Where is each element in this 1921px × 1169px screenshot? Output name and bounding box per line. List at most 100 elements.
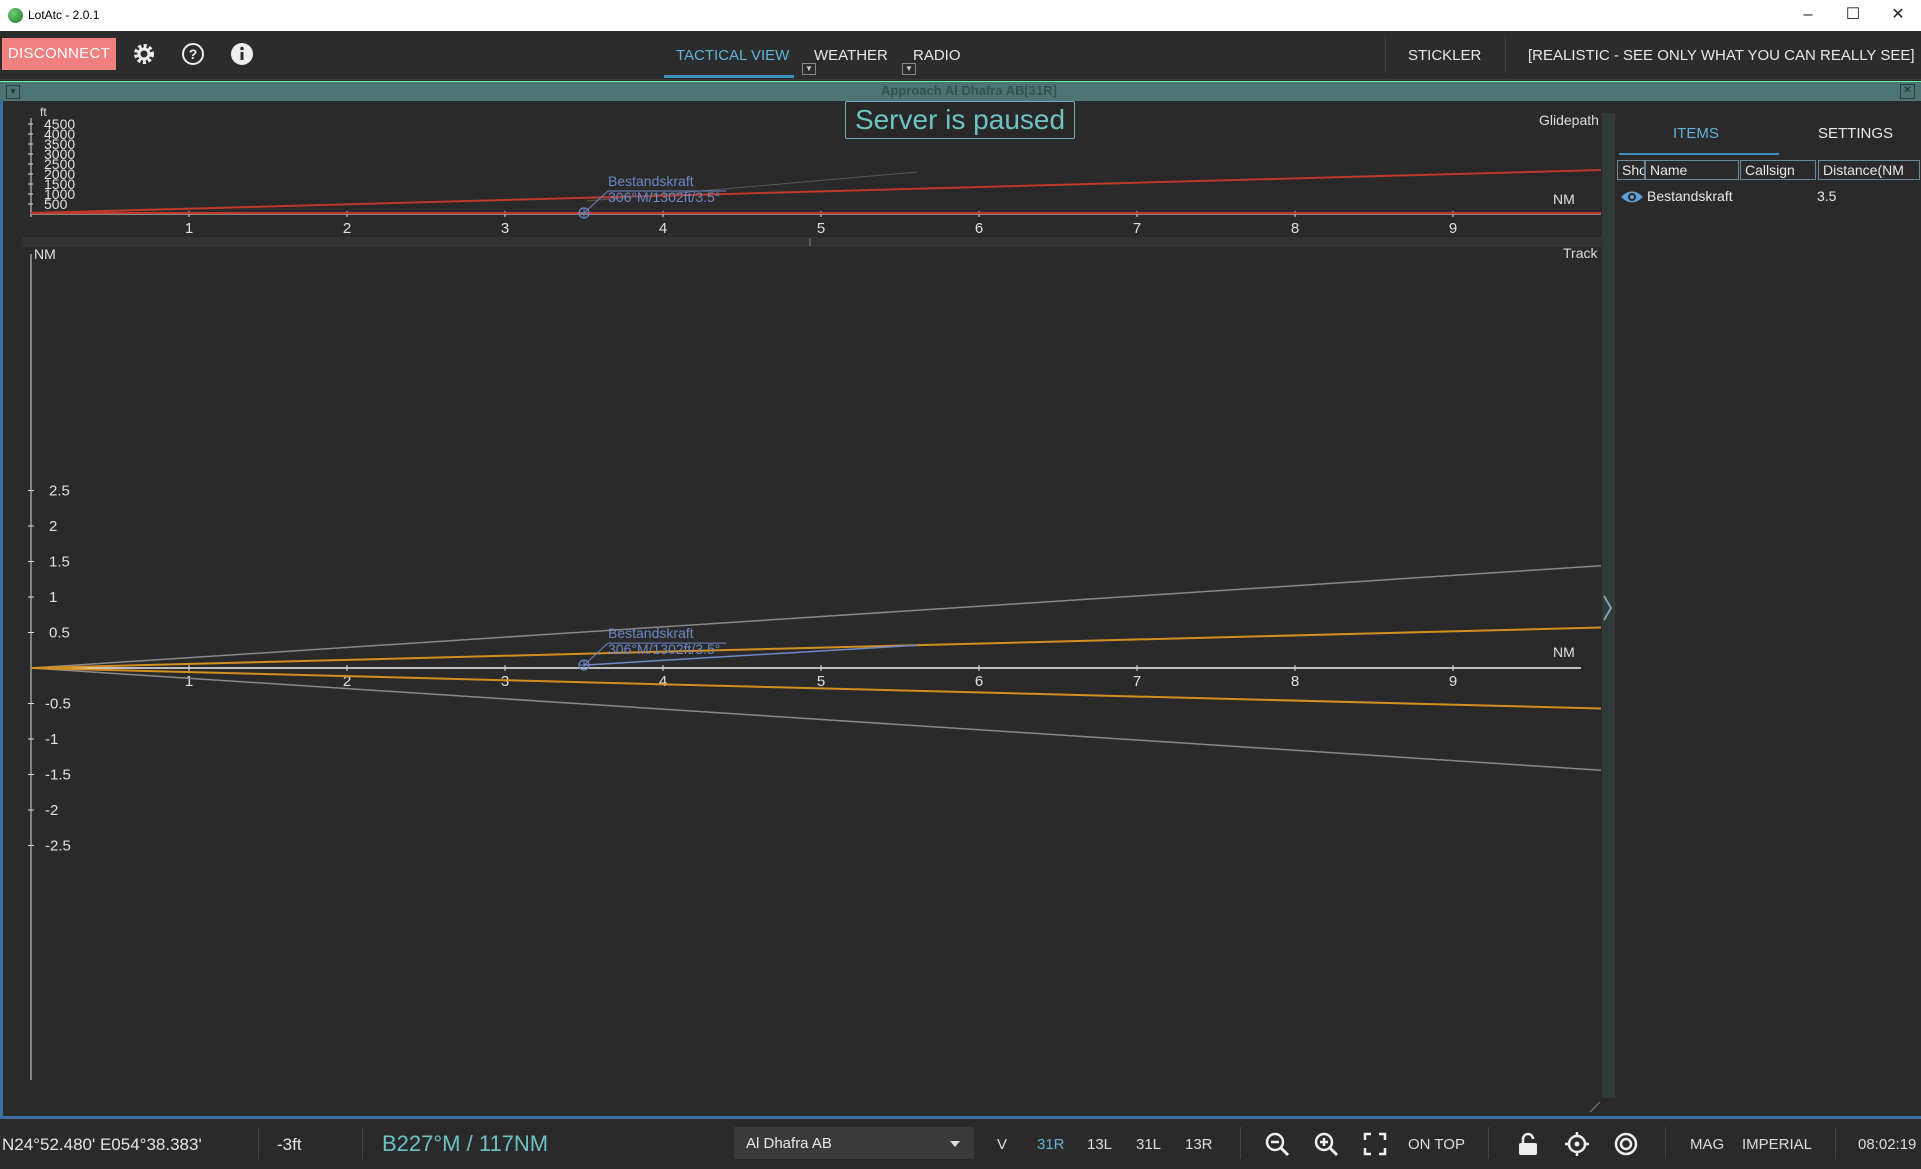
track-inner-upper-line xyxy=(30,626,1602,669)
items-panel: ITEMS SETTINGS Sho Name Callsign Distanc… xyxy=(1614,113,1921,1098)
mag-toggle[interactable]: MAG xyxy=(1690,1136,1724,1153)
status-divider xyxy=(258,1127,259,1159)
target-icon[interactable] xyxy=(1613,1131,1639,1157)
track-outer-upper-line xyxy=(30,565,1602,669)
row-distance: 3.5 xyxy=(1817,188,1837,204)
glidepath-contact-name: Bestandskraft xyxy=(608,173,694,189)
stickler-button[interactable]: STICKLER xyxy=(1408,47,1481,64)
track-y-tick-label: -1.5 xyxy=(45,767,71,784)
runway-31l[interactable]: 31L xyxy=(1136,1136,1161,1153)
tab-weather[interactable]: WEATHER xyxy=(814,47,888,64)
info-icon[interactable] xyxy=(229,41,255,67)
airport-select-value: Al Dhafra AB xyxy=(746,1135,832,1152)
disconnect-button[interactable]: DISCONNECT xyxy=(2,38,116,70)
glidepath-x-tick-label: 2 xyxy=(343,220,351,237)
column-distance[interactable]: Distance(NM xyxy=(1818,160,1920,180)
help-icon[interactable]: ? xyxy=(180,41,206,67)
active-tab-indicator xyxy=(1619,153,1779,155)
track-x-tick-label: 8 xyxy=(1291,673,1299,690)
status-divider xyxy=(1665,1127,1666,1159)
glidepath-x-tick-label: 6 xyxy=(975,220,983,237)
airport-select[interactable]: Al Dhafra AB xyxy=(734,1127,974,1159)
window-title: LotAtc - 2.0.1 xyxy=(28,8,100,22)
glidepath-title: Glidepath xyxy=(1539,112,1599,128)
unlock-icon[interactable] xyxy=(1515,1131,1541,1157)
track-y-tick-label: 0.5 xyxy=(49,625,70,642)
glidepath-x-tick-label: 5 xyxy=(817,220,825,237)
approach-panel-header: ▼ Approach Al Dhafra AB[31R] ✕ xyxy=(0,81,1921,101)
track-y-tick-label: 1 xyxy=(49,589,57,606)
zoom-in-icon[interactable] xyxy=(1313,1131,1339,1157)
column-callsign[interactable]: Callsign xyxy=(1740,160,1816,180)
track-y-tick-label: 1.5 xyxy=(49,554,70,571)
tab-radio[interactable]: RADIO xyxy=(913,47,961,64)
column-name[interactable]: Name xyxy=(1645,160,1739,180)
glidepath-x-tick-label: 3 xyxy=(501,220,509,237)
tab-items[interactable]: ITEMS xyxy=(1673,125,1719,142)
track-contact-info: 306°M/1302ft/3.5° xyxy=(608,641,720,657)
glidepath-x-tick-label: 4 xyxy=(659,220,667,237)
tab-settings[interactable]: SETTINGS xyxy=(1818,125,1893,142)
close-window-icon[interactable]: ✕ xyxy=(1878,4,1918,26)
glidepath-x-tick-label: 7 xyxy=(1133,220,1141,237)
chevron-down-icon xyxy=(950,1141,960,1147)
v-toggle[interactable]: V xyxy=(997,1136,1007,1153)
eye-icon[interactable] xyxy=(1619,188,1645,206)
glidepath-x-unit: NM xyxy=(1553,191,1575,207)
status-divider xyxy=(362,1127,363,1159)
side-panel-splitter[interactable] xyxy=(1602,113,1614,1098)
active-tab-indicator xyxy=(664,75,794,78)
glidepath-line xyxy=(30,169,1602,214)
gear-icon[interactable] xyxy=(131,41,157,67)
runway-31r[interactable]: 31R xyxy=(1037,1136,1065,1153)
status-divider xyxy=(1240,1127,1241,1159)
track-x-tick-label: 9 xyxy=(1449,673,1457,690)
glidepath-y-tick-label: 4500 xyxy=(44,116,75,132)
crosshair-icon[interactable] xyxy=(1564,1131,1590,1157)
panel-title: Approach Al Dhafra AB[31R] xyxy=(880,83,1057,98)
units-toggle[interactable]: IMPERIAL xyxy=(1742,1136,1812,1153)
toolbar-divider xyxy=(1505,37,1506,73)
resize-grip-icon xyxy=(1589,1101,1601,1113)
track-y-tick-label: -2.5 xyxy=(45,838,71,855)
chart-divider xyxy=(22,237,1602,247)
approach-svg: ft500100015002000250030003500400045001 2 3… xyxy=(22,105,1602,1113)
mode-label[interactable]: [REALISTIC - SEE ONLY WHAT YOU CAN REALL… xyxy=(1528,47,1915,64)
weather-dropdown-icon[interactable]: ▼ xyxy=(902,63,916,75)
glidepath-contact-info: 306°M/1302ft/3.5° xyxy=(608,189,720,205)
clock: 08:02:19 xyxy=(1858,1136,1917,1153)
track-title: Track xyxy=(1563,245,1598,261)
app-logo-icon xyxy=(8,8,23,23)
status-bar: N24°52.480' E054°38.383' -3ft B227°M / 1… xyxy=(0,1119,1921,1169)
glidepath-x-tick-label: 1 xyxy=(185,220,193,237)
bearing-distance: B227°M / 117NM xyxy=(382,1131,549,1156)
maximize-icon[interactable]: ☐ xyxy=(1833,4,1873,26)
runway-13l[interactable]: 13L xyxy=(1087,1136,1112,1153)
track-y-tick-label: 2 xyxy=(49,518,57,535)
column-show[interactable]: Sho xyxy=(1617,160,1645,180)
glidepath-x-tick-label: 9 xyxy=(1449,220,1457,237)
zoom-out-icon[interactable] xyxy=(1264,1131,1290,1157)
track-y-tick-label: -0.5 xyxy=(45,696,71,713)
fullscreen-icon[interactable] xyxy=(1362,1131,1388,1157)
close-panel-icon[interactable]: ✕ xyxy=(1900,84,1915,99)
runway-13r[interactable]: 13R xyxy=(1185,1136,1213,1153)
track-x-tick-label: 3 xyxy=(501,673,509,690)
track-x-tick-label: 4 xyxy=(659,673,667,690)
top-toolbar: DISCONNECT ? TACTICAL VIEW ▼ WEATHER ▼ R… xyxy=(0,31,1921,80)
status-divider xyxy=(1488,1127,1489,1159)
server-paused-banner: Server is paused xyxy=(845,101,1075,139)
expand-chevron-icon[interactable] xyxy=(1602,588,1614,628)
tab-tactical-view[interactable]: TACTICAL VIEW xyxy=(676,47,789,64)
title-bar: LotAtc - 2.0.1 – ☐ ✕ xyxy=(0,0,1921,31)
on-top-toggle[interactable]: ON TOP xyxy=(1408,1136,1465,1153)
approach-charts: ft 500 1000 1500 2000 2500 3000 3500 4000 4500 1 2 3… xyxy=(0,100,1602,1116)
row-name: Bestandskraft xyxy=(1647,188,1733,204)
minimize-icon[interactable]: – xyxy=(1788,4,1828,26)
track-x-unit: NM xyxy=(1553,644,1575,660)
track-y-tick-label: 2.5 xyxy=(49,483,70,500)
track-y-tick-label: -1 xyxy=(45,731,58,748)
track-x-tick-label: 7 xyxy=(1133,673,1141,690)
track-x-tick-label: 6 xyxy=(975,673,983,690)
tactical-view-dropdown-icon[interactable]: ▼ xyxy=(802,63,816,75)
